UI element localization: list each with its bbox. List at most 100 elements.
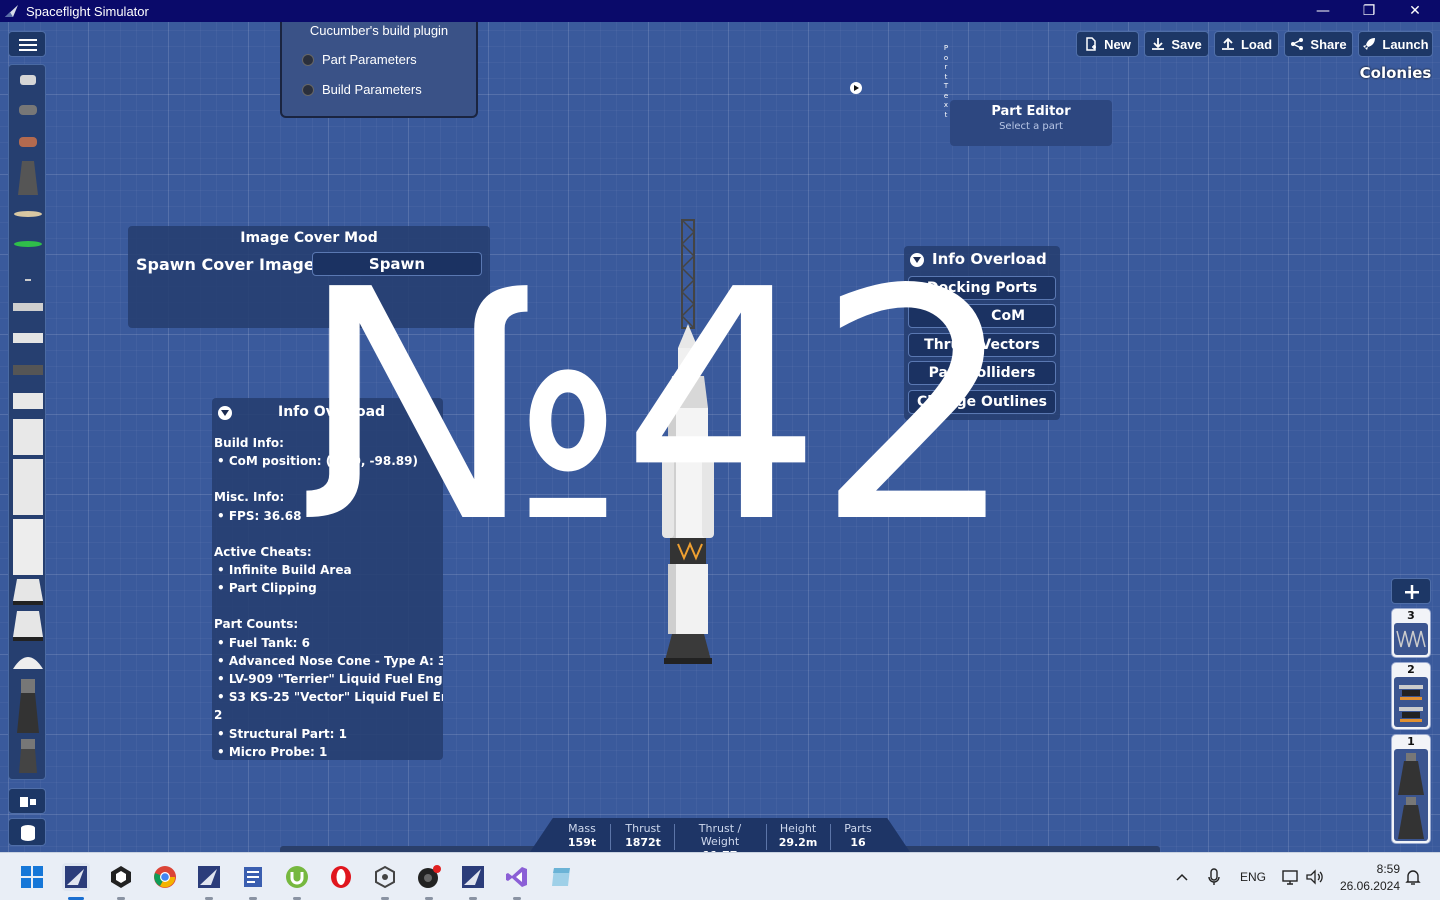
clock-time[interactable]: 8:59: [1340, 862, 1400, 876]
volume-icon[interactable]: [1305, 867, 1325, 887]
parts-icons: [13, 75, 43, 773]
rocket-icon: [1363, 38, 1376, 50]
parts-toolbox[interactable]: [8, 64, 46, 780]
notification-bell-icon[interactable]: [1404, 867, 1422, 887]
minimize-icon[interactable]: —: [1300, 0, 1346, 22]
save-label: Save: [1171, 36, 1202, 52]
share-icon: [1291, 38, 1304, 50]
stat-label: Thrust: [625, 822, 661, 835]
part-editor-subtitle: Select a part: [999, 121, 1063, 132]
stat-divider: [830, 824, 831, 850]
part-parameters-label: Part Parameters: [322, 52, 417, 67]
plus-icon: [1405, 585, 1419, 599]
taskbar: ENG 8:59 26.06.2024: [0, 852, 1440, 900]
stat-value: 159t: [567, 836, 597, 849]
stack-icon: [21, 825, 35, 841]
new-label: New: [1104, 36, 1131, 52]
stat-value: 16: [850, 836, 866, 849]
download-icon: [1152, 38, 1165, 50]
part-count-item: • Micro Probe: 1: [217, 744, 328, 759]
spaceflight-simulator-icon[interactable]: [195, 863, 223, 891]
colonies-button[interactable]: Colonies: [1358, 61, 1433, 85]
toggle-view-button[interactable]: [8, 788, 46, 814]
notepad-icon[interactable]: [239, 863, 267, 891]
part-counts-heading: Part Counts:: [214, 617, 299, 632]
notepad-plus-icon[interactable]: [547, 863, 575, 891]
vertical-port-text: P o r t T e x t: [942, 44, 950, 120]
stat-thrust: Thrust 1872t: [616, 822, 670, 849]
language-indicator[interactable]: ENG: [1240, 870, 1266, 884]
build-parameters-label: Build Parameters: [322, 82, 422, 97]
load-label: Load: [1240, 36, 1273, 52]
part-count-item: • LV-909 "Terrier" Liquid Fuel Engine: 2: [217, 672, 443, 687]
share-button[interactable]: Share: [1284, 31, 1353, 57]
utorrent-icon[interactable]: [283, 863, 311, 891]
unity-hub-icon[interactable]: [107, 863, 135, 891]
parts-list-button[interactable]: [8, 818, 46, 846]
stage-2[interactable]: 2: [1391, 662, 1431, 730]
network-icon[interactable]: [1281, 867, 1299, 887]
share-label: Share: [1310, 36, 1347, 52]
overlay-number: №42: [298, 222, 1017, 592]
vertical-char: P: [943, 44, 949, 52]
spaceflight-simulator-app-icon[interactable]: [62, 863, 90, 891]
part-count-item: • Fuel Tank: 6: [217, 635, 311, 650]
stat-label: Parts: [844, 822, 872, 835]
window-title: Spaceflight Simulator: [26, 3, 149, 19]
symmetry-icon: [20, 797, 36, 807]
close-icon[interactable]: ✕: [1392, 0, 1438, 22]
new-button[interactable]: New: [1076, 31, 1139, 57]
unity-icon[interactable]: [371, 863, 399, 891]
app-icon: [5, 5, 18, 17]
stat-divider: [674, 824, 675, 850]
new-file-icon: [1086, 37, 1097, 51]
stat-divider: [766, 824, 767, 850]
stat-divider: [610, 824, 611, 850]
clock-date[interactable]: 26.06.2024: [1330, 879, 1400, 893]
build-parameters-option[interactable]: Build Parameters: [302, 82, 422, 97]
stat-value: 29.2m: [778, 836, 818, 849]
chevron-up-icon[interactable]: [1174, 867, 1190, 887]
stat-label: Height: [779, 822, 817, 835]
window-titlebar: Spaceflight Simulator: [0, 0, 1440, 22]
stat-height: Height 29.2m: [772, 822, 824, 849]
menu-button[interactable]: [8, 31, 46, 57]
part-parameters-option[interactable]: Part Parameters: [302, 52, 417, 67]
stage-parts: [1394, 677, 1428, 727]
restore-icon[interactable]: ❐: [1346, 0, 1392, 22]
vertical-char: o: [943, 53, 949, 62]
stage-number: 1: [1407, 735, 1415, 748]
microphone-icon[interactable]: [1206, 867, 1222, 887]
part-count-item: • Advanced Nose Cone - Type A: 3: [217, 653, 443, 668]
recording-app-icon[interactable]: [415, 863, 443, 891]
spawn-cover-label: Spawn Cover Image: [136, 255, 315, 274]
start-icon[interactable]: [18, 863, 46, 891]
visual-studio-icon[interactable]: [503, 863, 531, 891]
vertical-char: T: [943, 82, 949, 90]
radio-icon: [302, 53, 314, 66]
part-count-item: • Structural Part: 1: [217, 726, 347, 741]
launch-button[interactable]: Launch: [1358, 31, 1433, 57]
stat-label: Mass: [568, 822, 596, 835]
opera-icon[interactable]: [327, 863, 355, 891]
add-stage-button[interactable]: [1391, 578, 1431, 604]
chrome-icon[interactable]: [151, 863, 179, 891]
collapse-toggle[interactable]: [218, 406, 232, 420]
launch-label: Launch: [1382, 36, 1429, 52]
stage-parts: [1394, 749, 1428, 841]
save-button[interactable]: Save: [1144, 31, 1209, 57]
stage-1[interactable]: 1: [1391, 734, 1431, 844]
build-plugin-title: Cucumber's build plugin: [309, 23, 449, 38]
stage-3[interactable]: 3: [1391, 608, 1431, 658]
hamburger-icon: [19, 39, 37, 51]
play-icon[interactable]: [850, 82, 862, 94]
part-count-item: • S3 KS-25 "Vector" Liquid Fuel Engine:: [217, 690, 443, 705]
load-button[interactable]: Load: [1214, 31, 1279, 57]
spaceflight-simulator-2-icon[interactable]: [459, 863, 487, 891]
stage-number: 2: [1407, 663, 1415, 676]
stat-label: Thrust / Weight: [698, 822, 742, 848]
part-editor-panel: Part Editor Select a part: [950, 100, 1112, 146]
part-editor-title: Part Editor: [991, 104, 1071, 119]
chevron-down-icon: [221, 410, 229, 416]
stat-mass: Mass 159t: [560, 822, 604, 849]
